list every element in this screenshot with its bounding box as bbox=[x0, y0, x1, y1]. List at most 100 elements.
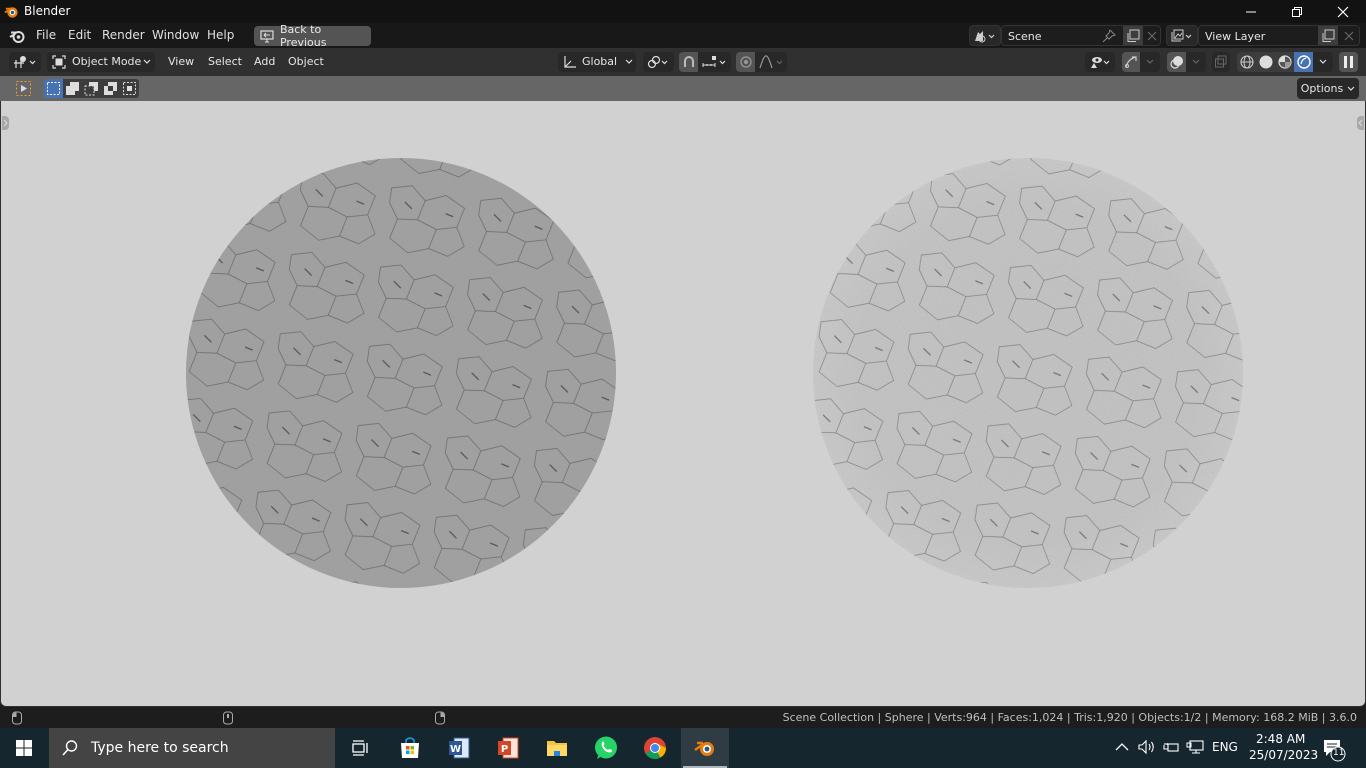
visibility-eye-icon bbox=[1091, 57, 1110, 68]
pause-render-button[interactable] bbox=[1339, 52, 1358, 72]
sphere-faded[interactable] bbox=[785, 130, 1271, 616]
mode-dropdown[interactable]: Object Mode bbox=[47, 52, 155, 72]
chevron-down-icon bbox=[625, 59, 633, 64]
pause-icon bbox=[1344, 56, 1353, 68]
view-layer-icon bbox=[1171, 29, 1192, 42]
close-icon bbox=[1337, 6, 1349, 17]
mouse-middle-icon bbox=[223, 711, 233, 725]
status-bar: Scene Collection | Sphere | Verts:964 | … bbox=[0, 707, 1366, 728]
orientation-label: Global bbox=[582, 55, 618, 68]
taskbar-whatsapp[interactable] bbox=[582, 728, 630, 768]
menu-edit[interactable]: Edit bbox=[68, 28, 91, 42]
snap-toggle[interactable] bbox=[679, 52, 698, 72]
window-title: Blender bbox=[24, 4, 71, 18]
overlays-dropdown[interactable] bbox=[1186, 52, 1206, 72]
pin-icon[interactable] bbox=[1102, 29, 1116, 43]
material-sphere-icon bbox=[1278, 55, 1292, 69]
taskbar-blender[interactable] bbox=[681, 728, 729, 768]
new-view-layer-button[interactable] bbox=[1318, 26, 1338, 45]
shading-options-dropdown[interactable] bbox=[1313, 52, 1333, 72]
transform-orientation-dropdown[interactable]: Global bbox=[558, 52, 636, 72]
delete-view-layer-icon[interactable] bbox=[1343, 30, 1355, 42]
taskbar-file-explorer[interactable] bbox=[533, 728, 581, 768]
start-button[interactable] bbox=[0, 728, 48, 768]
active-tool-button[interactable] bbox=[14, 79, 33, 98]
taskbar-word[interactable]: W bbox=[435, 728, 483, 768]
mode-set-button[interactable] bbox=[44, 79, 63, 98]
shading-wireframe-button[interactable] bbox=[1237, 52, 1256, 72]
menu-file[interactable]: File bbox=[36, 28, 56, 42]
selection-set-icon bbox=[47, 82, 60, 95]
menu-view[interactable]: View bbox=[168, 55, 194, 68]
3d-viewport[interactable] bbox=[0, 101, 1366, 707]
object-visibility-dropdown[interactable] bbox=[1085, 52, 1115, 72]
menu-render[interactable]: Render bbox=[102, 28, 145, 42]
sphere-solid[interactable] bbox=[158, 130, 644, 616]
tool-settings-bar: Options bbox=[0, 76, 1366, 101]
overlays-icon bbox=[1170, 56, 1183, 69]
mode-label: Object Mode bbox=[72, 55, 142, 68]
mode-subtract-button[interactable] bbox=[82, 79, 101, 98]
svg-text:W: W bbox=[450, 744, 461, 755]
options-label: Options bbox=[1300, 82, 1344, 95]
selection-subtract-icon bbox=[84, 82, 98, 96]
editor-type-button[interactable] bbox=[9, 52, 41, 72]
network-ethernet-icon[interactable] bbox=[1186, 739, 1204, 755]
action-center-button[interactable]: 11 bbox=[1322, 738, 1346, 762]
minimize-icon bbox=[1246, 11, 1256, 12]
shading-rendered-button[interactable] bbox=[1294, 52, 1313, 72]
whatsapp-icon bbox=[595, 736, 617, 759]
gizmo-toggle[interactable] bbox=[1122, 52, 1140, 72]
taskbar-chrome[interactable] bbox=[631, 728, 679, 768]
chevron-down-icon bbox=[1192, 59, 1200, 64]
show-hidden-icons-chevron-icon[interactable] bbox=[1115, 742, 1129, 752]
powerpoint-icon: P bbox=[498, 737, 519, 759]
blender-menu-icon[interactable] bbox=[9, 28, 25, 44]
input-language[interactable]: ENG bbox=[1212, 740, 1238, 754]
shading-solid-button[interactable] bbox=[1256, 52, 1275, 72]
close-button[interactable] bbox=[1320, 0, 1366, 23]
menu-help[interactable]: Help bbox=[207, 28, 234, 42]
magnet-icon bbox=[684, 56, 694, 67]
pivot-point-dropdown[interactable] bbox=[643, 52, 674, 72]
taskbar-search-input[interactable]: Type here to search bbox=[49, 728, 335, 768]
clock-time[interactable]: 2:48 AM bbox=[1256, 732, 1305, 746]
mode-intersect-button[interactable] bbox=[120, 79, 139, 98]
view-layer-name: View Layer bbox=[1205, 30, 1266, 43]
menu-window[interactable]: Window bbox=[152, 28, 199, 42]
scene-browse-button[interactable] bbox=[969, 25, 1001, 46]
mode-extend-button[interactable] bbox=[63, 79, 82, 98]
word-icon: W bbox=[449, 737, 470, 759]
duplicate-icon bbox=[1322, 29, 1335, 42]
taskbar-powerpoint[interactable]: P bbox=[484, 728, 532, 768]
scene-name-field[interactable]: Scene bbox=[1001, 25, 1161, 46]
gizmo-dropdown[interactable] bbox=[1140, 52, 1160, 72]
xray-toggle[interactable] bbox=[1212, 52, 1230, 72]
mouse-right-icon bbox=[435, 711, 445, 725]
delete-scene-icon[interactable] bbox=[1146, 30, 1158, 42]
overlays-toggle[interactable] bbox=[1167, 52, 1186, 72]
menu-select[interactable]: Select bbox=[208, 55, 242, 68]
shading-material-button[interactable] bbox=[1275, 52, 1294, 72]
clock-date[interactable]: 25/07/2023 bbox=[1249, 748, 1318, 762]
snap-target-dropdown[interactable] bbox=[698, 52, 731, 72]
battery-charging-icon[interactable] bbox=[1162, 739, 1180, 755]
volume-icon[interactable] bbox=[1138, 739, 1156, 755]
view-layer-name-field[interactable]: View Layer bbox=[1198, 25, 1360, 46]
search-icon bbox=[62, 740, 78, 756]
view-layer-browse-button[interactable] bbox=[1166, 25, 1198, 46]
back-to-previous-button[interactable]: Back to Previous bbox=[254, 23, 371, 49]
proportional-editing-toggle[interactable] bbox=[736, 52, 755, 72]
menu-add[interactable]: Add bbox=[254, 55, 275, 68]
mode-difference-button[interactable] bbox=[101, 79, 120, 98]
restore-button[interactable] bbox=[1274, 0, 1320, 23]
select-box-tool-icon bbox=[16, 81, 31, 96]
new-scene-button[interactable] bbox=[1123, 26, 1143, 45]
selection-difference-icon bbox=[104, 82, 117, 95]
taskbar-microsoft-store[interactable] bbox=[386, 728, 434, 768]
minimize-button[interactable] bbox=[1228, 0, 1274, 23]
proportional-falloff-dropdown[interactable] bbox=[755, 52, 787, 72]
options-dropdown[interactable]: Options bbox=[1297, 78, 1359, 99]
task-view-button[interactable] bbox=[336, 728, 384, 768]
menu-object[interactable]: Object bbox=[288, 55, 324, 68]
